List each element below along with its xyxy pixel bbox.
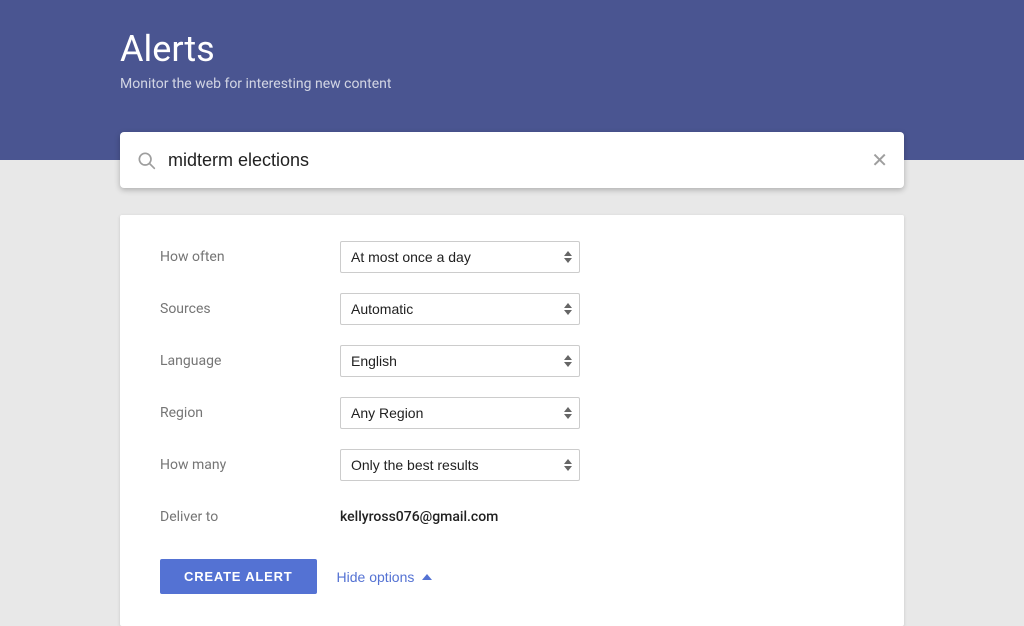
hide-options-label: Hide options bbox=[337, 569, 415, 585]
deliver-to-row: Deliver to kellyross076@gmail.com bbox=[120, 491, 904, 543]
sources-select-wrapper: Automatic News Blogs Web Video Books Dis… bbox=[340, 293, 580, 325]
how-many-row: How many Only the best results All resul… bbox=[120, 439, 904, 491]
language-row: Language Any Language English Spanish Fr… bbox=[120, 335, 904, 387]
deliver-to-label: Deliver to bbox=[160, 509, 340, 525]
region-select-wrapper: Any Region United States United Kingdom … bbox=[340, 397, 580, 429]
actions-row: CREATE ALERT Hide options bbox=[120, 543, 904, 602]
how-many-label: How many bbox=[160, 457, 340, 473]
page-subtitle: Monitor the web for interesting new cont… bbox=[120, 76, 984, 92]
main-content: How often At most once a day As-it-happe… bbox=[0, 215, 1024, 626]
how-often-label: How often bbox=[160, 249, 340, 265]
how-many-select[interactable]: Only the best results All results bbox=[340, 449, 580, 481]
how-often-row: How often At most once a day As-it-happe… bbox=[120, 231, 904, 283]
search-icon bbox=[136, 150, 156, 170]
region-row: Region Any Region United States United K… bbox=[120, 387, 904, 439]
page-header: Alerts Monitor the web for interesting n… bbox=[0, 0, 1024, 160]
sources-label: Sources bbox=[160, 301, 340, 317]
page-title: Alerts bbox=[120, 28, 984, 70]
options-card: How often At most once a day As-it-happe… bbox=[120, 215, 904, 626]
language-label: Language bbox=[160, 353, 340, 369]
language-select[interactable]: Any Language English Spanish French Germ… bbox=[340, 345, 580, 377]
how-often-select[interactable]: At most once a day As-it-happens At most… bbox=[340, 241, 580, 273]
sources-row: Sources Automatic News Blogs Web Video B… bbox=[120, 283, 904, 335]
how-often-select-wrapper: At most once a day As-it-happens At most… bbox=[340, 241, 580, 273]
region-select[interactable]: Any Region United States United Kingdom … bbox=[340, 397, 580, 429]
hide-options-arrow-icon bbox=[422, 574, 432, 580]
sources-select[interactable]: Automatic News Blogs Web Video Books Dis… bbox=[340, 293, 580, 325]
clear-icon[interactable]: ✕ bbox=[871, 148, 888, 172]
region-label: Region bbox=[160, 405, 340, 421]
search-input[interactable] bbox=[168, 150, 871, 171]
deliver-to-value: kellyross076@gmail.com bbox=[340, 509, 498, 525]
create-alert-button[interactable]: CREATE ALERT bbox=[160, 559, 317, 594]
hide-options-button[interactable]: Hide options bbox=[337, 569, 433, 585]
search-bar: ✕ bbox=[120, 132, 904, 188]
how-many-select-wrapper: Only the best results All results bbox=[340, 449, 580, 481]
language-select-wrapper: Any Language English Spanish French Germ… bbox=[340, 345, 580, 377]
